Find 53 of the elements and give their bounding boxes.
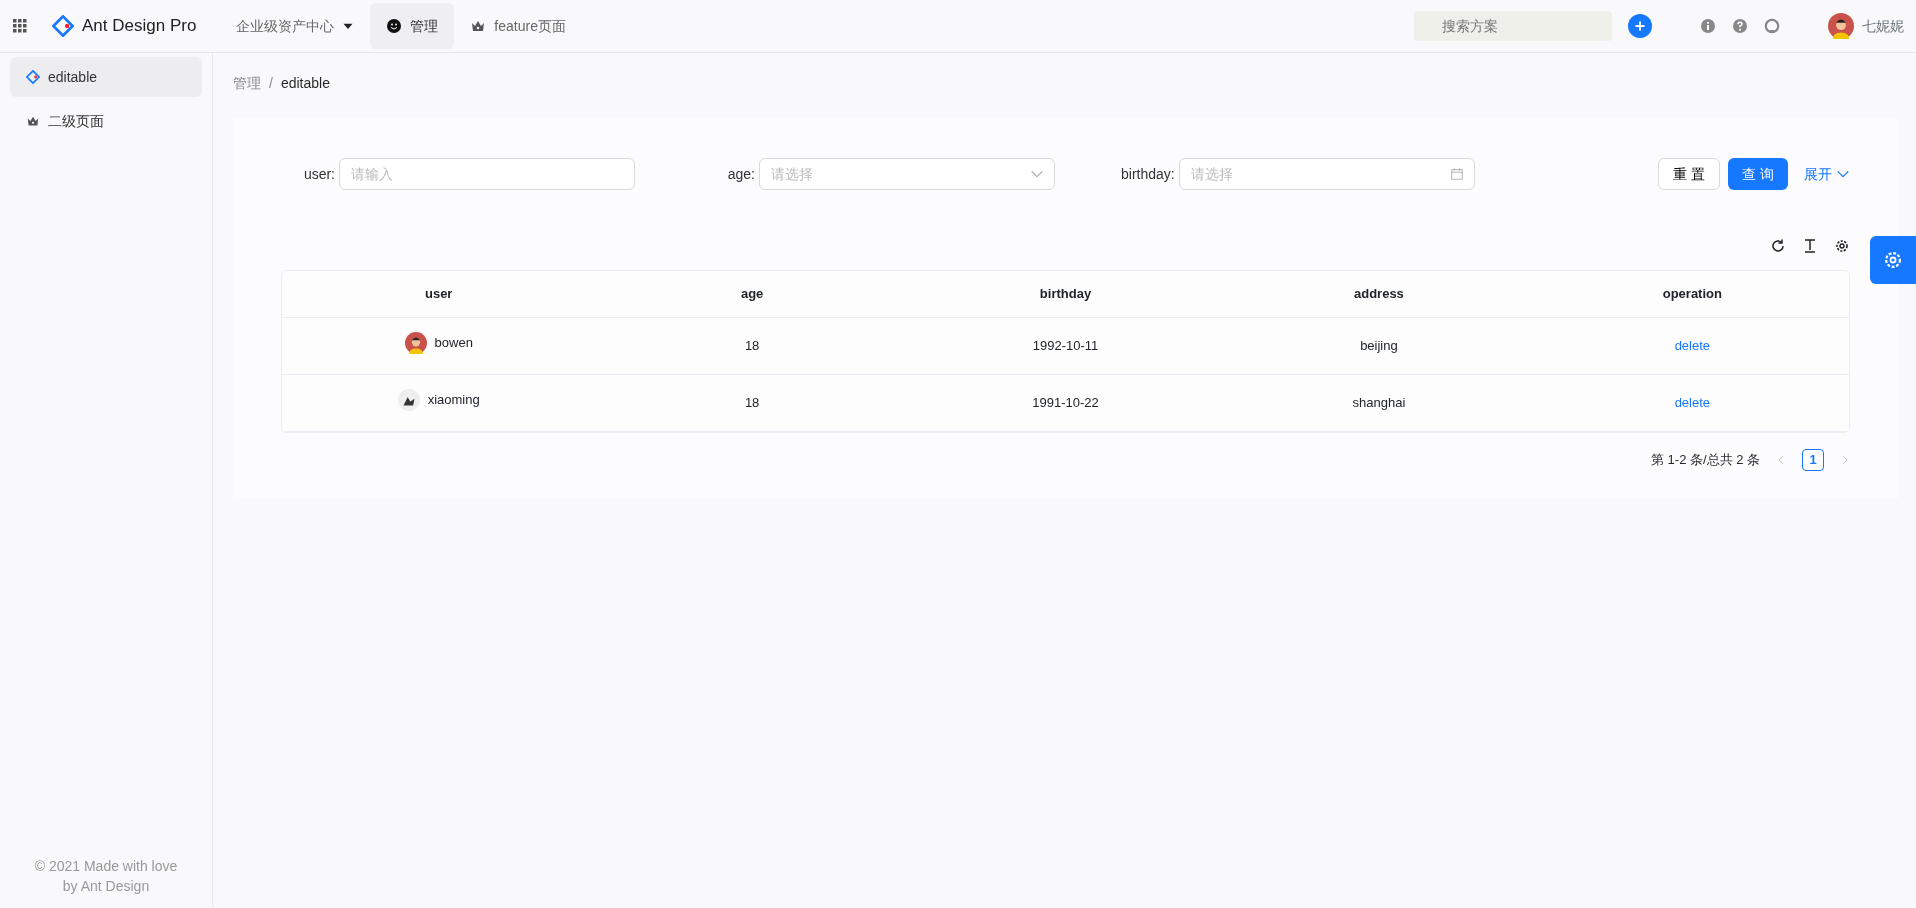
sidebar-item[interactable]: 二级页面	[10, 101, 202, 141]
help-icon[interactable]	[1732, 18, 1748, 34]
expand-link[interactable]: 展开	[1804, 163, 1851, 185]
settings-drawer-button[interactable]	[1870, 236, 1916, 284]
delete-link[interactable]: delete	[1674, 394, 1711, 410]
query-button[interactable]: 查 询	[1728, 158, 1789, 190]
app-title: Ant Design Pro	[82, 15, 197, 38]
info-icon[interactable]	[1700, 18, 1716, 34]
footer-text: by Ant Design	[61, 877, 151, 896]
reset-button[interactable]: 重 置	[1658, 158, 1721, 190]
logo-icon	[26, 70, 40, 84]
pagination-summary: 第 1-2 条/总共 2 条	[1651, 450, 1761, 469]
app-grid-icon[interactable]	[12, 18, 28, 34]
column-header: user	[282, 271, 596, 317]
logo-icon	[52, 15, 74, 37]
date-field[interactable]: 请选择	[1178, 158, 1475, 190]
settings-icon[interactable]	[1834, 238, 1851, 254]
filter-label: birthday:	[1121, 164, 1175, 184]
input-field[interactable]: 请输入	[339, 158, 635, 190]
settings-icon	[1883, 250, 1903, 270]
top-menu-item[interactable]: 企业级资产中心	[220, 3, 371, 49]
table-cell: 1992-10-11	[1032, 337, 1099, 353]
reload-icon[interactable]	[1770, 238, 1787, 254]
user-avatar	[1828, 13, 1854, 39]
user-avatar	[404, 331, 427, 354]
table-cell-text: xiaoming	[427, 391, 480, 409]
top-menu-item[interactable]: feature页面	[454, 3, 582, 49]
filter-label: age:	[726, 164, 755, 184]
table-cell-text: bowen	[434, 334, 473, 352]
column-header: operation	[1535, 271, 1850, 317]
search-field[interactable]: 搜索方案	[1414, 11, 1612, 41]
breadcrumb-separator: /	[269, 74, 273, 93]
table-cell: 18	[744, 337, 760, 353]
footer-text: © 2021 Made with love	[33, 857, 179, 876]
calendar-icon	[1449, 167, 1464, 181]
breadcrumb-item: editable	[280, 74, 330, 93]
user-avatar	[397, 388, 420, 411]
plus-icon	[1634, 20, 1646, 32]
table-cell: 18	[744, 394, 760, 410]
user-name[interactable]: 七妮妮	[1862, 15, 1904, 37]
table-cell: beijing	[1360, 337, 1398, 353]
breadcrumb-item[interactable]: 管理	[233, 73, 261, 94]
page-button[interactable]: 1	[1802, 448, 1825, 471]
top-menu-item[interactable]: 管理	[370, 3, 455, 49]
sidebar-item[interactable]: editable	[10, 57, 202, 97]
filter-label: user:	[302, 164, 335, 184]
add-button[interactable]	[1628, 14, 1652, 38]
crown-icon	[26, 114, 40, 128]
smiley-icon	[386, 18, 403, 34]
select-field[interactable]: 请选择	[759, 158, 1055, 190]
table-cell: shanghai	[1352, 394, 1406, 410]
delete-link[interactable]: delete	[1674, 337, 1711, 353]
table-cell: 1991-10-22	[1032, 394, 1099, 410]
